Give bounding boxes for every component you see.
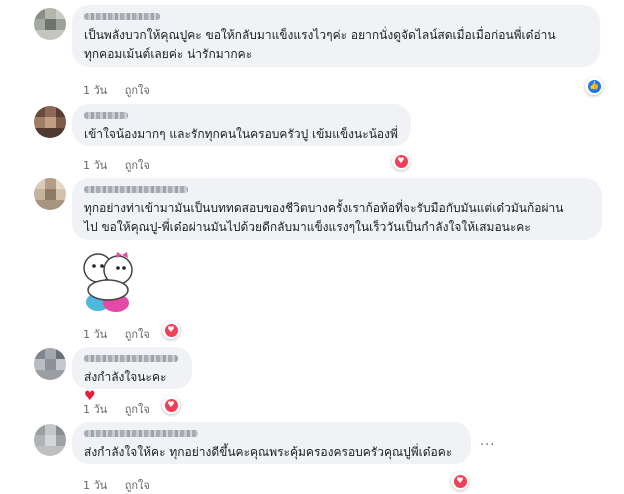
reaction-badge[interactable]: ♥ [392, 152, 410, 170]
comment-bubble: ทุกอย่างท่าเข้ามามันเป็นบททดสอบของชีวิตบ… [72, 178, 602, 240]
comment-text: ส่งกำลังใจให้คะ ทุกอย่างดีขึ้นคะคุณพระคุ… [84, 445, 453, 459]
comment-bubble: ส่งกำลังใจให้คะ ทุกอย่างดีขึ้นคะคุณพระคุ… [72, 422, 471, 464]
avatar[interactable] [34, 424, 66, 456]
comment-actions: 1 วัน ถูกใจ [83, 325, 164, 343]
timestamp[interactable]: 1 วัน [83, 479, 107, 492]
reaction-badge[interactable]: ♥ [162, 396, 180, 414]
reaction-badge[interactable]: ♥ [162, 321, 180, 339]
comment-actions: 1 วัน ถูกใจ [83, 476, 164, 494]
timestamp[interactable]: 1 วัน [83, 84, 107, 97]
comment-text: เป็นพลังบวกให้คุณปูคะ ขอให้กลับมาแข็งแรง… [84, 28, 556, 61]
comment-bubble: เข้าใจน้องมากๆ และรักทุกคนในครอบครัวปู เ… [72, 104, 411, 146]
like-icon: 👍 [587, 79, 601, 93]
author-name[interactable] [84, 430, 198, 437]
heart-icon: ♥ [164, 323, 178, 337]
timestamp[interactable]: 1 วัน [83, 159, 107, 172]
heart-icon: ♥ [394, 154, 408, 168]
timestamp[interactable]: 1 วัน [83, 328, 107, 341]
like-button[interactable]: ถูกใจ [125, 159, 150, 172]
author-name[interactable] [84, 186, 188, 193]
heart-icon: ♥ [453, 474, 467, 488]
avatar[interactable] [34, 348, 66, 380]
comment-actions: 1 วัน ถูกใจ [83, 400, 164, 418]
comment-bubble: เป็นพลังบวกให้คุณปูคะ ขอให้กลับมาแข็งแรง… [72, 5, 600, 67]
timestamp[interactable]: 1 วัน [83, 403, 107, 416]
like-button[interactable]: ถูกใจ [125, 403, 150, 416]
more-options-icon[interactable]: ... [480, 434, 495, 449]
comment-text: ทุกอย่างท่าเข้ามามันเป็นบททดสอบของชีวิตบ… [84, 201, 564, 234]
avatar[interactable] [34, 106, 66, 138]
reaction-badge[interactable]: ♥ [451, 472, 469, 490]
like-button[interactable]: ถูกใจ [125, 84, 150, 97]
comment-actions: 1 วัน ถูกใจ [83, 81, 164, 99]
avatar[interactable] [34, 178, 66, 210]
author-name[interactable] [84, 13, 160, 20]
author-name[interactable] [84, 355, 178, 362]
like-button[interactable]: ถูกใจ [125, 328, 150, 341]
comment-actions: 1 วัน ถูกใจ [83, 156, 164, 174]
heart-icon: ♥ [164, 398, 178, 412]
author-name[interactable] [84, 112, 128, 119]
hugging-sticker[interactable] [78, 246, 138, 314]
reaction-badge[interactable]: 👍 [585, 77, 603, 95]
comment-bubble: ส่งกำลังใจนะคะ ♥ [72, 347, 192, 404]
like-button[interactable]: ถูกใจ [125, 479, 150, 492]
comment-text-body: ส่งกำลังใจนะคะ [84, 370, 167, 384]
avatar[interactable] [34, 8, 66, 40]
comment-text: เข้าใจน้องมากๆ และรักทุกคนในครอบครัวปู เ… [84, 127, 398, 141]
